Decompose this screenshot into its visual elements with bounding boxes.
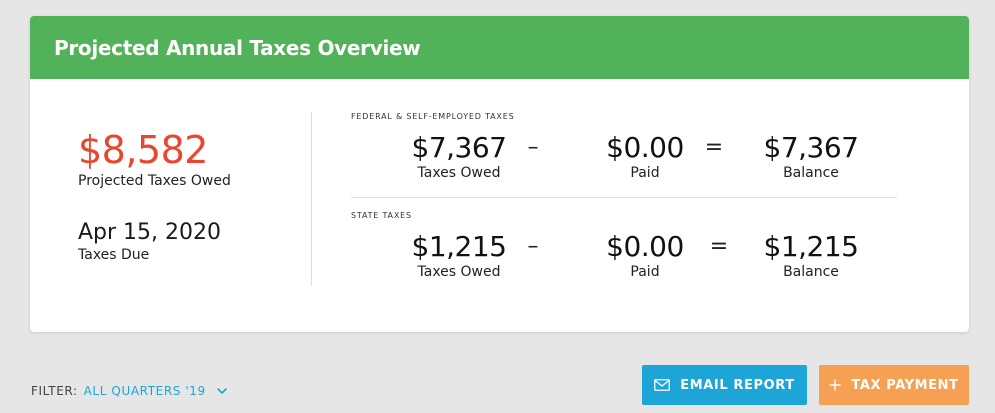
minus-sign: – [527, 135, 539, 160]
card-header: Projected Annual Taxes Overview [30, 16, 969, 79]
federal-owed-cell: $7,367 Taxes Owed [389, 132, 529, 182]
state-owed-label: Taxes Owed [417, 264, 501, 280]
federal-balance-cell: $7,367 Balance [741, 132, 881, 182]
card-title: Projected Annual Taxes Overview [54, 35, 421, 60]
federal-section-label: FEDERAL & SELF-EMPLOYED TAXES [351, 112, 515, 121]
email-report-button[interactable]: EMAIL REPORT [642, 365, 807, 405]
federal-balance-label: Balance [783, 165, 839, 181]
filter-dropdown[interactable]: ALL QUARTERS '19 [84, 384, 228, 398]
federal-paid-cell: $0.00 Paid [575, 132, 715, 182]
state-paid-label: Paid [630, 264, 660, 280]
equals-sign: = [709, 234, 729, 259]
state-calc-row: $1,215 Taxes Owed – $0.00 Paid = $1,215 … [351, 231, 897, 287]
federal-calc-row: $7,367 Taxes Owed – $0.00 Paid = $7,367 … [351, 132, 897, 188]
plus-icon [829, 379, 842, 391]
equals-sign: = [704, 135, 724, 160]
email-report-label: EMAIL REPORT [680, 377, 795, 393]
state-section-label: STATE TAXES [351, 211, 412, 220]
summary-column: $8,582 Projected Taxes Owed Apr 15, 2020… [78, 128, 298, 264]
vertical-divider [311, 112, 312, 286]
projected-total-amount: $8,582 [78, 128, 208, 172]
mail-icon [654, 379, 671, 391]
section-divider [351, 197, 897, 198]
filter-label: FILTER: [31, 384, 78, 398]
chevron-down-icon [216, 388, 227, 394]
tax-payment-label: TAX PAYMENT [851, 377, 959, 393]
federal-balance-value: $7,367 [763, 131, 859, 164]
projected-total-label: Projected Taxes Owed [78, 173, 231, 189]
due-date: Apr 15, 2020 [78, 220, 222, 245]
state-balance-value: $1,215 [763, 230, 859, 263]
federal-paid-value: $0.00 [606, 131, 684, 164]
state-balance-label: Balance [783, 264, 839, 280]
state-owed-cell: $1,215 Taxes Owed [389, 231, 529, 281]
state-owed-value: $1,215 [411, 230, 507, 263]
federal-paid-label: Paid [630, 165, 660, 181]
due-date-label: Taxes Due [78, 247, 150, 263]
federal-owed-label: Taxes Owed [417, 165, 501, 181]
minus-sign: – [527, 234, 539, 259]
quarter-filter: FILTER: ALL QUARTERS '19 [31, 384, 228, 398]
tax-payment-button[interactable]: TAX PAYMENT [819, 365, 969, 405]
state-paid-value: $0.00 [606, 230, 684, 263]
state-balance-cell: $1,215 Balance [741, 231, 881, 281]
state-paid-cell: $0.00 Paid [575, 231, 715, 281]
taxes-overview-card: Projected Annual Taxes Overview $8,582 P… [30, 16, 969, 332]
filter-value: ALL QUARTERS '19 [83, 384, 206, 398]
federal-owed-value: $7,367 [411, 131, 507, 164]
